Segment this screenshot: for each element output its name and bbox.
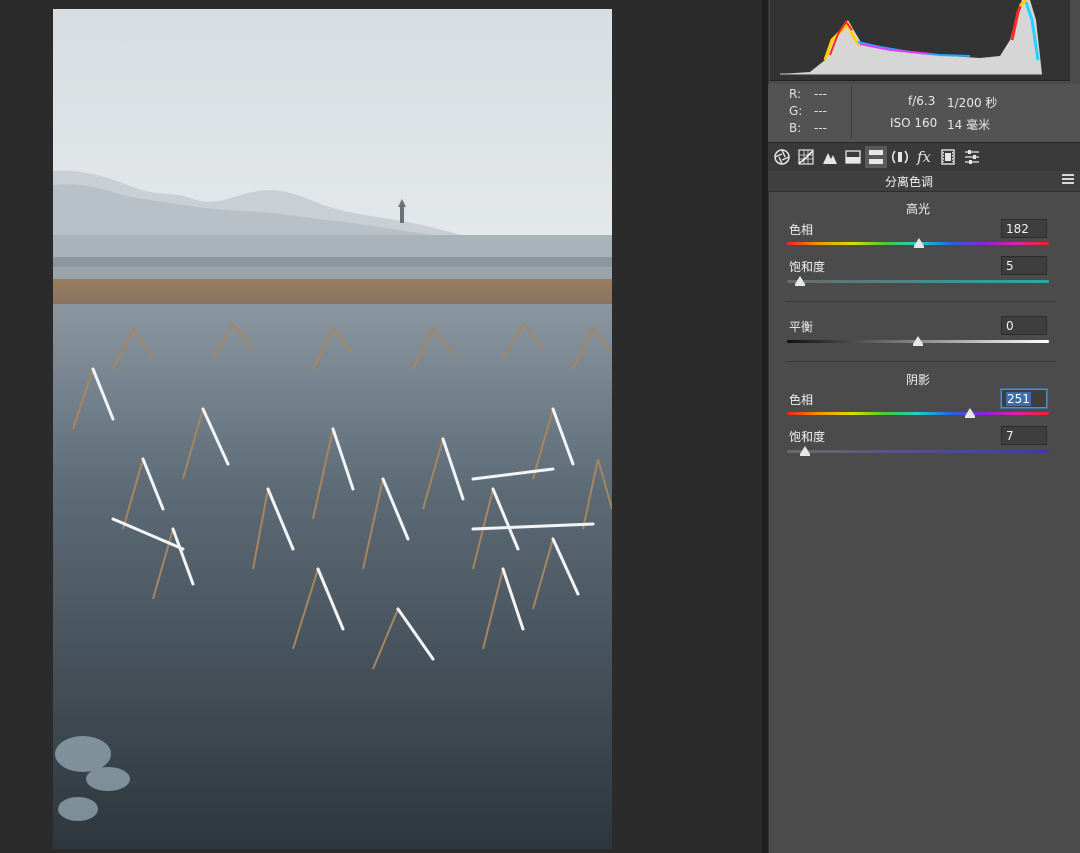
adjustment-panel: R: --- G: --- B: --- f/6.3 1/200 秒 ISO 1…: [768, 0, 1080, 853]
tab-effects[interactable]: fx: [913, 146, 935, 168]
r-label: R:: [789, 87, 802, 101]
highlights-title: 高光: [905, 202, 930, 216]
balance-label: 平衡: [789, 320, 814, 334]
balance-value: 0: [1006, 319, 1014, 333]
aperture-icon: [774, 149, 790, 165]
split-toning-icon: [869, 150, 883, 164]
b-readout: B: ---: [789, 121, 849, 135]
shadows-saturation-thumb[interactable]: [800, 446, 811, 456]
histogram-graph: [770, 0, 1070, 80]
tab-split-toning[interactable]: [865, 146, 887, 168]
highlights-saturation-slider[interactable]: [787, 280, 1049, 283]
shadows-hue-value: 251: [1006, 392, 1031, 406]
shadows-saturation-label: 饱和度: [789, 430, 826, 444]
info-separator: [851, 86, 852, 138]
panel-menu-icon[interactable]: [1062, 174, 1074, 186]
iso: ISO 160: [890, 116, 938, 130]
tab-presets[interactable]: [961, 146, 983, 168]
tab-hsl[interactable]: [842, 146, 864, 168]
shadows-title: 阴影: [905, 373, 930, 387]
b-value: ---: [814, 121, 827, 135]
highlights-saturation-label: 饱和度: [789, 260, 826, 274]
highlights-saturation-field[interactable]: 5: [1001, 256, 1047, 275]
balance-thumb[interactable]: [913, 336, 923, 346]
highlights-hue-value: 182: [1006, 222, 1029, 236]
camera-info: R: --- G: --- B: --- f/6.3 1/200 秒 ISO 1…: [768, 84, 1080, 142]
mountain-icon: [823, 153, 837, 164]
tab-detail[interactable]: [819, 146, 841, 168]
g-value: ---: [814, 104, 827, 118]
image-canvas[interactable]: [0, 0, 762, 853]
histogram: [770, 0, 1070, 81]
shadows-hue-label: 色相: [789, 393, 814, 407]
g-readout: G: ---: [789, 104, 849, 118]
tone-curve-icon: [798, 149, 814, 165]
shutter-speed: 1/200 秒: [947, 96, 998, 110]
lens-icon: [892, 150, 908, 164]
shadows-hue-slider[interactable]: [787, 412, 1049, 415]
panel-tabs: fx: [768, 142, 1080, 172]
highlights-hue-thumb[interactable]: [914, 238, 925, 248]
aperture: f/6.3: [908, 94, 936, 108]
film-strip-icon: [941, 149, 955, 165]
sliders-icon: [965, 150, 979, 164]
g-label: G:: [789, 104, 803, 118]
effects-icon: fx: [916, 148, 931, 166]
highlights-saturation-value: 5: [1006, 259, 1014, 273]
balance-field[interactable]: 0: [1001, 316, 1047, 335]
section-header: 分离色调: [768, 171, 1080, 192]
shadows-saturation-field[interactable]: 7: [1001, 426, 1047, 445]
photo-preview[interactable]: [53, 9, 612, 849]
panel-title: 分离色调: [884, 175, 933, 189]
tab-camera-calibration[interactable]: [937, 146, 959, 168]
shadows-saturation-slider[interactable]: [787, 450, 1049, 453]
tab-lens-corrections[interactable]: [889, 146, 911, 168]
hsl-icon: [845, 150, 861, 164]
shadows-hue-thumb[interactable]: [964, 408, 975, 418]
highlights-hue-field[interactable]: 182: [1001, 219, 1047, 238]
divider: [786, 301, 1056, 302]
tab-basic[interactable]: [771, 146, 793, 168]
highlights-saturation-thumb[interactable]: [795, 276, 806, 286]
b-label: B:: [789, 121, 802, 135]
divider: [786, 361, 1056, 362]
shadows-saturation-value: 7: [1006, 429, 1014, 443]
shadows-hue-field[interactable]: 251: [1001, 389, 1047, 408]
highlights-hue-label: 色相: [789, 223, 814, 237]
frozen-lake-photo: [53, 9, 612, 849]
tab-tone-curve[interactable]: [795, 146, 817, 168]
r-readout: R: ---: [789, 87, 849, 101]
focal-length: 14 毫米: [947, 118, 991, 132]
r-value: ---: [814, 87, 827, 101]
